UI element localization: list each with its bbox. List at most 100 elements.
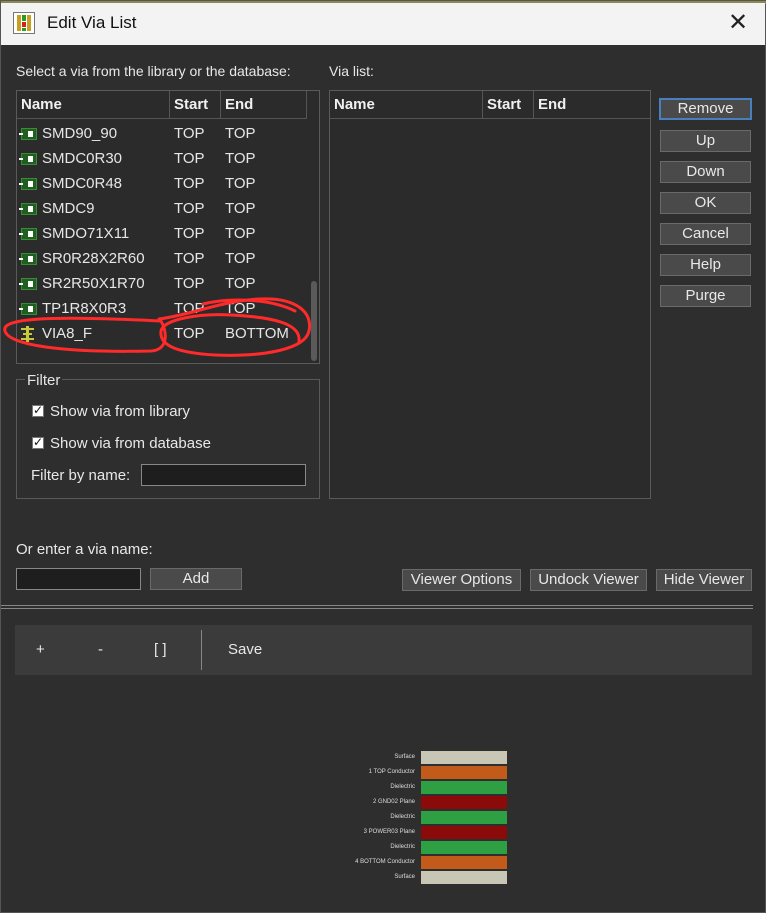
end-layer-cell: BOTTOM: [225, 325, 289, 342]
purge-button[interactable]: Purge: [660, 285, 751, 307]
scrollbar-thumb[interactable]: [311, 281, 317, 361]
smd-via-icon: [19, 228, 37, 240]
start-layer-cell: TOP: [174, 175, 205, 192]
ok-button[interactable]: OK: [660, 192, 751, 214]
help-button[interactable]: Help: [660, 254, 751, 276]
filter-by-name-input[interactable]: [141, 464, 306, 486]
zoom-in-button[interactable]: +: [36, 641, 45, 658]
via-list-label: Via list:: [329, 63, 374, 79]
library-row[interactable]: SMD90_90 TOP TOP: [17, 122, 307, 147]
stackup-layer-label: Surface: [394, 754, 415, 760]
filter-by-name-label: Filter by name:: [31, 467, 131, 484]
stackup-layer-bar: [421, 841, 507, 854]
library-row[interactable]: SMDC0R48 TOP TOP: [17, 172, 307, 197]
end-layer-cell: TOP: [225, 250, 256, 267]
end-layer-cell: TOP: [225, 175, 256, 192]
start-layer-cell: TOP: [174, 200, 205, 217]
hide-viewer-button[interactable]: Hide Viewer: [656, 569, 752, 591]
via-name-cell: SR2R50X1R70: [42, 275, 145, 292]
splitter[interactable]: [1, 605, 753, 609]
add-button[interactable]: Add: [150, 568, 242, 590]
stackup-layer-label: Surface: [394, 874, 415, 880]
start-layer-cell: TOP: [174, 300, 205, 317]
via-name-cell: SMDC9: [42, 200, 95, 217]
smd-via-icon: [19, 153, 37, 165]
library-row[interactable]: SR0R28X2R60 TOP TOP: [17, 247, 307, 272]
via-list-header: Name Start End: [330, 91, 650, 119]
end-layer-cell: TOP: [225, 150, 256, 167]
stackup-layer-label: 2 GND02 Plane: [372, 799, 415, 805]
column-header-name[interactable]: Name: [17, 91, 170, 119]
edit-via-list-dialog: Edit Via List ✕ Select a via from the li…: [0, 0, 766, 913]
show-database-checkbox[interactable]: [32, 435, 44, 449]
library-row[interactable]: SR2R50X1R70 TOP TOP: [17, 272, 307, 297]
stackup-layer-bar: [421, 751, 507, 764]
via-name-cell: TP1R8X0R3: [42, 300, 127, 317]
start-layer-cell: TOP: [174, 250, 205, 267]
library-row[interactable]: SMDC9 TOP TOP: [17, 197, 307, 222]
start-layer-cell: TOP: [174, 325, 205, 342]
via-name-cell: VIA8_F: [42, 325, 93, 342]
via-name-input[interactable]: [16, 568, 141, 590]
remove-button[interactable]: Remove: [659, 98, 752, 120]
via-list[interactable]: Name Start End: [329, 90, 651, 499]
stackup-layer-label: Dielectric: [390, 814, 415, 820]
zoom-out-button[interactable]: -: [98, 641, 103, 658]
column-header-end[interactable]: End: [534, 91, 650, 119]
start-layer-cell: TOP: [174, 275, 205, 292]
down-button[interactable]: Down: [660, 161, 751, 183]
fit-view-button[interactable]: [ ]: [154, 641, 167, 658]
stackup-layer-label: Dielectric: [390, 784, 415, 790]
via-name-cell: SMDC0R48: [42, 175, 123, 192]
library-row[interactable]: SMDO71X11 TOP TOP: [17, 222, 307, 247]
library-via-list[interactable]: Name Start End SMD90_90 TOP TOP SMDC0R30 TOP…: [16, 90, 320, 364]
library-list-header: Name Start End: [17, 91, 307, 119]
smd-via-icon: [19, 253, 37, 265]
column-header-end[interactable]: End: [221, 91, 307, 119]
via-name-cell: SMDO71X11: [42, 225, 130, 242]
library-row[interactable]: TP1R8X0R3 TOP TOP: [17, 297, 307, 322]
window-title: Edit Via List: [47, 13, 137, 32]
through-via-icon: [21, 326, 35, 342]
via-name-cell: SMD90_90: [42, 125, 118, 142]
stackup-layer-bar: [421, 781, 507, 794]
stackup-layer-bar: [421, 766, 507, 779]
smd-via-icon: [19, 303, 37, 315]
viewer-toolbar: + - [ ] Save: [15, 625, 752, 675]
app-icon: [13, 12, 35, 34]
end-layer-cell: TOP: [225, 300, 256, 317]
enter-via-label: Or enter a via name:: [16, 541, 153, 558]
smd-via-icon: [19, 278, 37, 290]
column-header-start[interactable]: Start: [170, 91, 221, 119]
show-library-checkbox[interactable]: [32, 403, 44, 417]
stackup-layer-label: 4 BOTTOM Conductor: [355, 859, 415, 865]
stackup-layer-label: 3 POWER03 Plane: [363, 829, 415, 835]
via-name-cell: SR0R28X2R60: [42, 250, 145, 267]
show-database-label[interactable]: Show via from database: [50, 435, 211, 452]
smd-via-icon: [19, 128, 37, 140]
library-row[interactable]: SMDC0R30 TOP TOP: [17, 147, 307, 172]
start-layer-cell: TOP: [174, 150, 205, 167]
stackup-layer-bar: [421, 871, 507, 884]
column-header-name[interactable]: Name: [330, 91, 483, 119]
end-layer-cell: TOP: [225, 200, 256, 217]
stackup-layer-bar: [421, 826, 507, 839]
end-layer-cell: TOP: [225, 225, 256, 242]
title-bar: Edit Via List ✕: [1, 3, 765, 45]
show-library-label[interactable]: Show via from library: [50, 403, 190, 420]
via-name-cell: SMDC0R30: [42, 150, 123, 167]
cancel-button[interactable]: Cancel: [660, 223, 751, 245]
up-button[interactable]: Up: [660, 130, 751, 152]
save-button[interactable]: Save: [228, 641, 262, 658]
stackup-layer-bar: [421, 796, 507, 809]
close-icon[interactable]: ✕: [725, 9, 751, 37]
library-row[interactable]: VIA8_F TOP BOTTOM: [17, 322, 307, 347]
end-layer-cell: TOP: [225, 125, 256, 142]
smd-via-icon: [19, 203, 37, 215]
viewer-options-button[interactable]: Viewer Options: [402, 569, 521, 591]
column-header-start[interactable]: Start: [483, 91, 534, 119]
smd-via-icon: [19, 178, 37, 190]
undock-viewer-button[interactable]: Undock Viewer: [530, 569, 647, 591]
library-scrollbar[interactable]: [309, 119, 319, 363]
library-label: Select a via from the library or the dat…: [16, 63, 291, 79]
